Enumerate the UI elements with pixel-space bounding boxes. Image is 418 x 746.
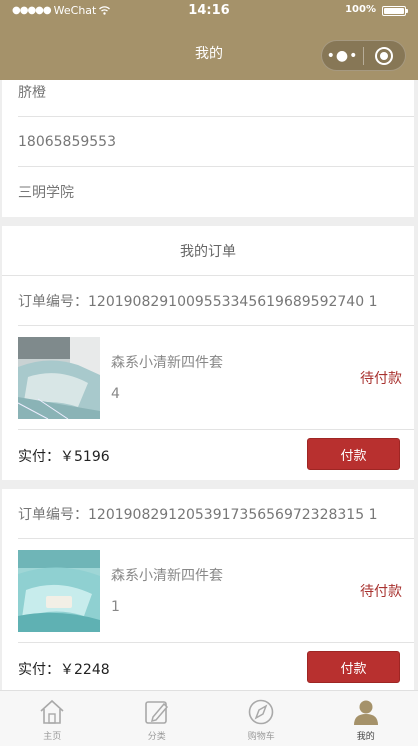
tab-label: 我的 <box>356 732 375 742</box>
edit-icon <box>144 701 168 724</box>
tab-label: 购物车 <box>247 732 275 742</box>
product-name: 森系小清新四件套 <box>111 568 223 584</box>
product-quantity: 1 <box>111 599 120 615</box>
status-bar: ●●●●● WeChat 14:16 100% <box>0 0 418 22</box>
profile-card: 脐橙 18065859553 三明学院 <box>2 80 414 217</box>
order-status: 待付款 <box>360 584 402 600</box>
order-number: 订单编号：1201908291009553345619689592740 1 <box>18 276 414 326</box>
compass-icon <box>248 699 274 725</box>
orders-card: 我的订单 订单编号：120190829100955334561968959274… <box>2 226 414 480</box>
page-content: 脐橙 18065859553 三明学院 我的订单 订单编号：1201908291… <box>0 80 418 690</box>
battery-icon <box>382 6 408 16</box>
nav-bar: 我的 •●• <box>0 22 418 80</box>
tab-home[interactable]: 主页 <box>0 691 105 746</box>
more-button[interactable]: •●• <box>322 48 363 64</box>
product-image <box>18 337 100 419</box>
order-status: 待付款 <box>360 371 402 387</box>
order-footer: 实付：￥2248 付款 <box>18 643 414 690</box>
tab-bar: 主页 分类 购物车 我的 <box>0 690 418 746</box>
battery-percent: 100% <box>345 4 376 15</box>
order-footer: 实付：￥5196 付款 <box>18 430 414 480</box>
close-icon <box>375 46 394 65</box>
order-item[interactable]: 森系小清新四件套 4 待付款 <box>18 326 414 430</box>
profile-name: 脐橙 <box>18 80 414 117</box>
orders-title: 我的订单 <box>2 226 414 276</box>
product-image <box>18 550 100 632</box>
screen: ●●●●● WeChat 14:16 100% 我的 •●• 脐橙 180658… <box>0 0 418 746</box>
order-total: 实付：￥5196 <box>18 449 110 465</box>
order-number: 订单编号：1201908291205391735656972328315 1 <box>18 489 414 539</box>
menu-capsule: •●• <box>321 40 406 71</box>
profile-phone: 18065859553 <box>18 117 414 167</box>
tab-mine[interactable]: 我的 <box>314 691 418 746</box>
order-total: 实付：￥2248 <box>18 662 110 678</box>
product-quantity: 4 <box>111 386 120 402</box>
user-icon <box>353 700 378 725</box>
pay-button[interactable]: 付款 <box>307 651 400 683</box>
order-card: 订单编号：1201908291205391735656972328315 1 森… <box>2 489 414 690</box>
tab-label: 分类 <box>147 732 166 742</box>
home-icon <box>40 699 64 724</box>
tab-category[interactable]: 分类 <box>105 691 210 746</box>
close-button[interactable] <box>364 46 405 65</box>
tab-cart[interactable]: 购物车 <box>209 691 314 746</box>
order-item[interactable]: 森系小清新四件套 1 待付款 <box>18 539 414 643</box>
pay-button[interactable]: 付款 <box>307 438 400 470</box>
tab-label: 主页 <box>43 732 62 742</box>
product-name: 森系小清新四件套 <box>111 355 223 371</box>
profile-school: 三明学院 <box>18 185 74 201</box>
